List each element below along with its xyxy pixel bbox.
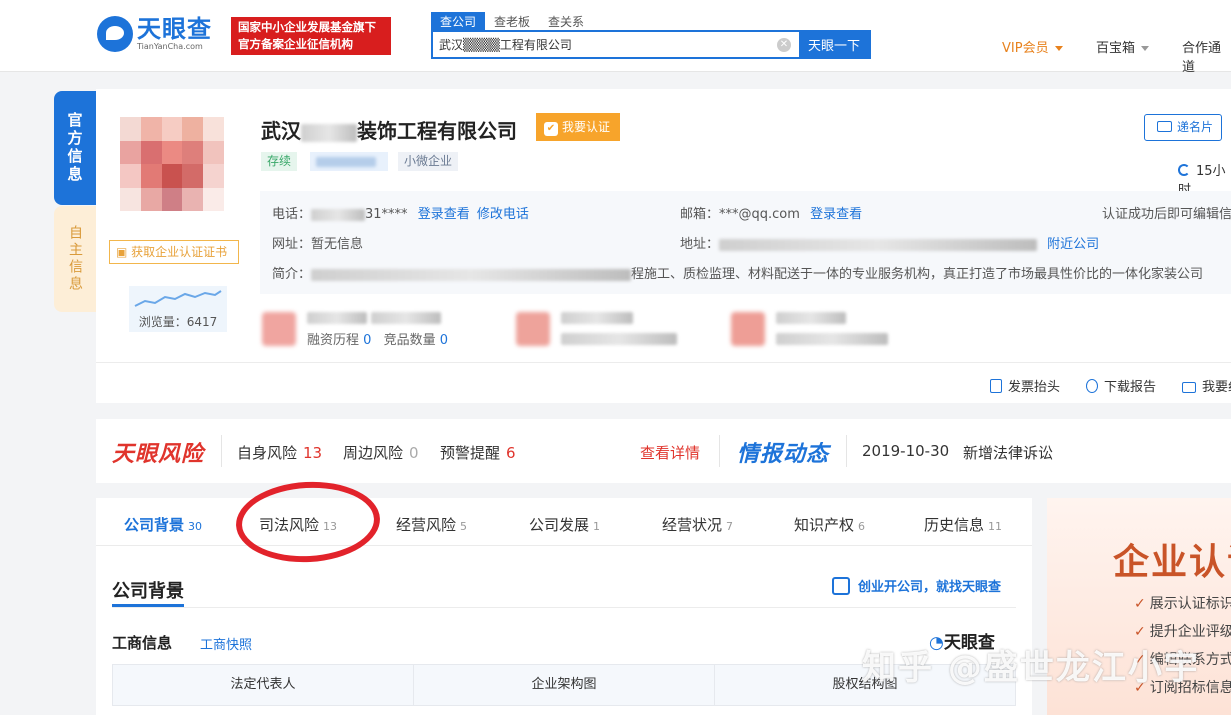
redacted-tag bbox=[310, 152, 388, 171]
phone-row: 电话： 31**** 登录查看 修改电话 bbox=[272, 207, 529, 222]
site-logo[interactable]: 天眼查 TianYanCha.com bbox=[97, 16, 212, 52]
claim-button[interactable]: ✔ 我要认证 bbox=[536, 113, 621, 141]
search-tabs: 查公司 查老板 查关系 bbox=[431, 12, 593, 31]
views-count: 浏览量：6417 bbox=[138, 315, 218, 329]
tab-ip[interactable]: 知识产权 6 bbox=[794, 514, 865, 535]
edit-hint: 认证成功后即可编辑信息 bbox=[1102, 207, 1231, 222]
website-row: 网址：暂无信息 bbox=[272, 237, 364, 252]
official-badge: 国家中小企业发展基金旗下 官方备案企业征信机构 bbox=[231, 17, 391, 55]
tab-official-info[interactable]: 官方信息 bbox=[54, 91, 96, 205]
search-tab-boss[interactable]: 查老板 bbox=[485, 12, 539, 31]
search-input[interactable] bbox=[433, 32, 777, 57]
building-icon bbox=[832, 577, 850, 595]
nav-partner[interactable]: 合作通道 bbox=[1182, 37, 1231, 75]
tab-history[interactable]: 历史信息 11 bbox=[924, 514, 1002, 535]
document-icon bbox=[990, 379, 1002, 393]
get-cert-button[interactable]: ▣ 获取企业认证证书 bbox=[109, 240, 239, 264]
clear-icon[interactable]: ✕ bbox=[777, 37, 791, 52]
card-divider bbox=[96, 362, 1231, 363]
business-snapshot-link[interactable]: 工商快照 bbox=[200, 634, 252, 653]
tab-development[interactable]: 公司发展 1 bbox=[529, 514, 600, 535]
financing-icon bbox=[262, 312, 296, 346]
promo-item: 展示认证标识 bbox=[1134, 593, 1231, 613]
logo-text-cn: 天眼查 bbox=[137, 15, 212, 43]
status-badge: 存续 bbox=[261, 152, 298, 171]
financing-count[interactable]: 0 bbox=[363, 333, 371, 348]
nearby-companies-link[interactable]: 附近公司 bbox=[1047, 237, 1099, 252]
redacted-block bbox=[301, 123, 357, 142]
download-report-button[interactable]: 下载报告 bbox=[1086, 376, 1156, 395]
nav-vip[interactable]: VIP会员 bbox=[1002, 37, 1063, 56]
tab-operating-status[interactable]: 经营状况 7 bbox=[662, 514, 733, 535]
warning-alert[interactable]: 预警提醒 6 bbox=[440, 442, 516, 463]
promo-item: 提升企业评级 bbox=[1134, 621, 1231, 641]
business-info-title: 工商信息 bbox=[112, 634, 173, 652]
section-title: 公司背景 bbox=[112, 581, 184, 602]
eye-logo-icon bbox=[97, 16, 133, 52]
view-detail-link[interactable]: 查看详情 bbox=[640, 442, 700, 463]
cert-promo-title: 企业认证 bbox=[1113, 542, 1231, 583]
views-sparkline-icon bbox=[134, 290, 222, 307]
send-card-button[interactable]: 递名片 bbox=[1144, 114, 1222, 141]
stat-redacted-3 bbox=[776, 310, 888, 346]
size-badge: 小微企业 bbox=[398, 152, 459, 171]
intel-date: 2019-10-30 bbox=[862, 442, 950, 460]
logo-text-en: TianYanCha.com bbox=[137, 42, 203, 51]
mail-icon bbox=[1182, 382, 1196, 393]
stat-icon-2 bbox=[516, 312, 550, 346]
startup-promo-link[interactable]: 创业开公司，就找天眼查 bbox=[832, 576, 1001, 595]
chevron-down-icon bbox=[1054, 46, 1063, 51]
nav-tools[interactable]: 百宝箱 bbox=[1096, 37, 1150, 56]
stat-financing: 融资历程 0 竞品数量 0 bbox=[307, 310, 448, 348]
edit-phone-link[interactable]: 修改电话 bbox=[477, 207, 529, 222]
stat-redacted-2 bbox=[561, 310, 677, 346]
certificate-icon: ▣ bbox=[116, 245, 132, 259]
refresh-icon bbox=[1178, 164, 1190, 176]
address-row: 地址： 附近公司 bbox=[680, 237, 1100, 252]
tab-company-background[interactable]: 公司背景 30 bbox=[124, 514, 202, 535]
zhihu-watermark: 知乎 @盛世龙江小宇 bbox=[862, 648, 1200, 688]
stat-icon-3 bbox=[731, 312, 765, 346]
chevron-down-icon bbox=[1141, 46, 1150, 51]
risk-logo: 天眼风险 bbox=[112, 442, 205, 467]
search-tab-relation[interactable]: 查关系 bbox=[539, 12, 593, 31]
search-tab-company[interactable]: 查公司 bbox=[431, 12, 486, 31]
company-name: 武汉 装饰工程有限公司 bbox=[261, 119, 517, 143]
correct-button[interactable]: 我要纠错 bbox=[1182, 376, 1231, 395]
intel-logo: 情报动态 bbox=[737, 442, 830, 467]
company-avatar bbox=[120, 117, 224, 211]
download-icon bbox=[1086, 379, 1098, 393]
intro-row: 简介： 程施工、质检监理、材料配送于一体的专业服务机构，真正打造了市场最具性价比的… bbox=[272, 267, 1204, 282]
email-login-link[interactable]: 登录查看 bbox=[810, 207, 862, 222]
phone-login-link[interactable]: 登录查看 bbox=[418, 207, 470, 222]
views-widget: 浏览量：6417 bbox=[129, 286, 227, 332]
search-button[interactable]: 天眼一下 bbox=[799, 32, 869, 57]
invoice-button[interactable]: 发票抬头 bbox=[990, 376, 1060, 395]
email-row: 邮箱：***@qq.com 登录查看 bbox=[680, 207, 863, 222]
products-count[interactable]: 0 bbox=[440, 333, 448, 348]
tab-self-info[interactable]: 自主信息 bbox=[54, 206, 96, 312]
search-box: ✕ 天眼一下 bbox=[431, 30, 871, 59]
self-risk[interactable]: 自身风险 13 bbox=[237, 442, 322, 463]
table-header-cell: 法定代表人 bbox=[113, 665, 414, 705]
around-risk[interactable]: 周边风险 0 bbox=[343, 442, 419, 463]
tab-operating-risk[interactable]: 经营风险 5 bbox=[396, 514, 467, 535]
intel-news-link[interactable]: 新增法律诉讼 bbox=[963, 442, 1053, 463]
shield-check-icon: ✔ bbox=[544, 122, 558, 136]
table-header-cell[interactable]: 企业架构图 bbox=[414, 665, 715, 705]
